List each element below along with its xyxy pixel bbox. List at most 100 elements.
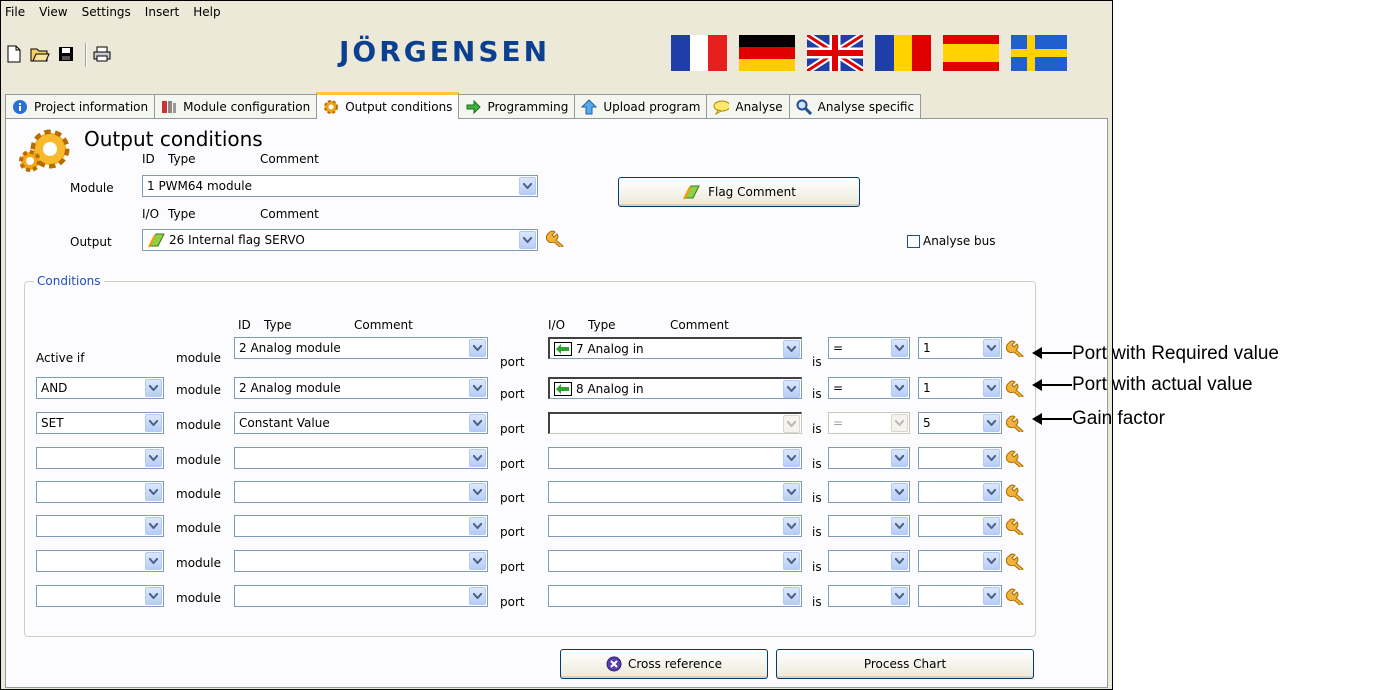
wrench-icon[interactable] bbox=[1005, 449, 1028, 469]
flag-spain-icon[interactable] bbox=[943, 35, 999, 71]
tab-analyse[interactable]: Analyse bbox=[706, 94, 790, 119]
wrench-icon[interactable] bbox=[1005, 339, 1028, 359]
menu-insert[interactable]: Insert bbox=[145, 5, 179, 19]
toolbar: JÖRGENSEN bbox=[1, 25, 1112, 85]
cross-icon bbox=[606, 656, 622, 672]
is-word: is bbox=[812, 525, 822, 539]
chevron-down-icon bbox=[783, 449, 800, 467]
wrench-icon[interactable] bbox=[1005, 587, 1028, 607]
save-icon[interactable] bbox=[55, 43, 77, 65]
chevron-down-icon bbox=[783, 483, 800, 501]
condition-module-select[interactable]: 2 Analog module bbox=[234, 377, 488, 399]
logic-select[interactable] bbox=[36, 550, 164, 572]
wrench-icon[interactable] bbox=[1005, 414, 1028, 434]
chevron-down-icon bbox=[469, 414, 486, 432]
logic-select[interactable]: SET bbox=[36, 412, 164, 434]
wrench-icon[interactable] bbox=[1005, 552, 1028, 572]
value-select[interactable]: 1 bbox=[918, 337, 1002, 359]
wrench-icon[interactable] bbox=[1005, 483, 1028, 503]
chevron-down-icon bbox=[145, 414, 162, 432]
operator-select[interactable] bbox=[828, 447, 910, 469]
value-select[interactable]: 5 bbox=[918, 412, 1002, 434]
condition-module-select[interactable] bbox=[234, 585, 488, 607]
condition-port-select[interactable] bbox=[548, 550, 802, 572]
chevron-down-icon bbox=[891, 517, 908, 535]
wrench-icon[interactable] bbox=[1005, 379, 1028, 399]
condition-port-select[interactable] bbox=[548, 515, 802, 537]
condition-port-select[interactable] bbox=[548, 481, 802, 503]
menu-view[interactable]: View bbox=[39, 5, 67, 19]
chevron-down-icon bbox=[469, 517, 486, 535]
condition-module-select[interactable] bbox=[234, 515, 488, 537]
tab-programming[interactable]: Programming bbox=[458, 94, 576, 119]
logic-select[interactable] bbox=[36, 515, 164, 537]
output-label: Output bbox=[70, 235, 112, 249]
open-folder-icon[interactable] bbox=[29, 43, 51, 65]
tab-project-information[interactable]: Project information bbox=[5, 94, 156, 119]
value-select[interactable]: 1 bbox=[918, 377, 1002, 399]
condition-module-select[interactable] bbox=[234, 481, 488, 503]
condition-port-select[interactable]: 8 Analog in bbox=[548, 377, 802, 399]
flag-germany-icon[interactable] bbox=[739, 35, 795, 71]
module-select[interactable]: 1 PWM64 module bbox=[142, 175, 538, 197]
analyse-bus-checkbox[interactable] bbox=[907, 235, 920, 248]
condition-port-select[interactable]: 7 Analog in bbox=[548, 337, 802, 359]
condition-id-header: ID bbox=[238, 318, 251, 332]
chevron-down-icon bbox=[783, 340, 800, 358]
value-select[interactable] bbox=[918, 550, 1002, 572]
operator-select[interactable]: = bbox=[828, 412, 910, 434]
operator-select[interactable]: = bbox=[828, 377, 910, 399]
chevron-down-icon bbox=[469, 587, 486, 605]
operator-select[interactable] bbox=[828, 550, 910, 572]
module-word: module bbox=[176, 351, 221, 365]
flag-uk-icon[interactable] bbox=[807, 35, 863, 71]
process-chart-button[interactable]: Process Chart bbox=[776, 649, 1034, 679]
value-select[interactable] bbox=[918, 515, 1002, 537]
speech-bubble-icon bbox=[713, 99, 730, 115]
new-file-icon[interactable] bbox=[3, 43, 25, 65]
chevron-down-icon bbox=[983, 379, 1000, 397]
arrow-left-icon bbox=[554, 341, 572, 356]
flag-romania-icon[interactable] bbox=[875, 35, 931, 71]
tab-upload-program[interactable]: Upload program bbox=[574, 94, 708, 119]
chevron-down-icon bbox=[145, 552, 162, 570]
cross-reference-button[interactable]: Cross reference bbox=[560, 649, 768, 679]
condition-port-select[interactable] bbox=[548, 447, 802, 469]
logic-select[interactable] bbox=[36, 481, 164, 503]
condition-module-select[interactable]: Constant Value bbox=[234, 412, 488, 434]
logic-select[interactable]: AND bbox=[36, 377, 164, 399]
is-word: is bbox=[812, 422, 822, 436]
condition-port-select[interactable] bbox=[548, 585, 802, 607]
condition-module-select[interactable]: 2 Analog module bbox=[234, 337, 488, 359]
logic-select[interactable] bbox=[36, 585, 164, 607]
flag-sweden-icon[interactable] bbox=[1011, 35, 1067, 71]
wrench-icon[interactable] bbox=[545, 229, 568, 249]
is-word: is bbox=[812, 595, 822, 609]
tab-output-conditions[interactable]: Output conditions bbox=[316, 92, 460, 119]
menu-help[interactable]: Help bbox=[193, 5, 220, 19]
is-word: is bbox=[812, 560, 822, 574]
value-select[interactable] bbox=[918, 585, 1002, 607]
tab-analyse-specific[interactable]: Analyse specific bbox=[788, 94, 922, 119]
condition-module-select[interactable] bbox=[234, 550, 488, 572]
operator-select[interactable] bbox=[828, 515, 910, 537]
output-select[interactable]: 26 Internal flag SERVO bbox=[142, 229, 538, 251]
print-icon[interactable] bbox=[91, 43, 113, 65]
chevron-down-icon bbox=[469, 483, 486, 501]
wrench-icon[interactable] bbox=[1005, 517, 1028, 537]
chevron-down-icon bbox=[145, 517, 162, 535]
menu-file[interactable]: File bbox=[5, 5, 25, 19]
flag-comment-button[interactable]: Flag Comment bbox=[618, 177, 860, 207]
operator-select[interactable]: = bbox=[828, 337, 910, 359]
value-select[interactable] bbox=[918, 481, 1002, 503]
tab-module-configuration[interactable]: Module configuration bbox=[154, 94, 318, 119]
menu-settings[interactable]: Settings bbox=[82, 5, 131, 19]
logic-select[interactable] bbox=[36, 447, 164, 469]
condition-port-select[interactable] bbox=[548, 412, 802, 434]
value-select[interactable] bbox=[918, 447, 1002, 469]
flag-france-icon[interactable] bbox=[671, 35, 727, 71]
toolbar-separator bbox=[85, 43, 87, 67]
condition-module-select[interactable] bbox=[234, 447, 488, 469]
operator-select[interactable] bbox=[828, 481, 910, 503]
operator-select[interactable] bbox=[828, 585, 910, 607]
